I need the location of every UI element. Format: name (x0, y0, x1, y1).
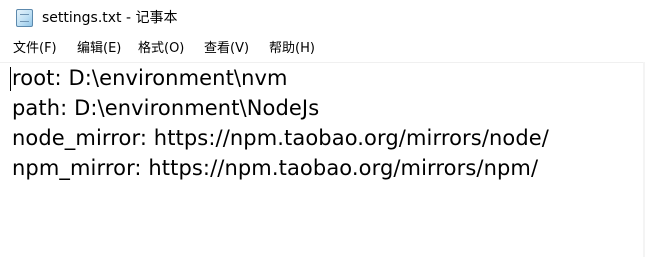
text-line: path: D:\environment\NodeJs (12, 96, 320, 120)
title-bar[interactable]: settings.txt - 记事本 (0, 0, 645, 36)
menu-file[interactable]: 文件(F) (13, 38, 57, 62)
text-line: npm_mirror: https://npm.taobao.org/mirro… (12, 156, 539, 180)
window-title: settings.txt - 记事本 (42, 10, 178, 26)
text-line: root: D:\environment\nvm (12, 66, 288, 90)
text-line: node_mirror: https://npm.taobao.org/mirr… (12, 126, 549, 150)
menu-help[interactable]: 帮助(H) (269, 38, 315, 62)
menu-edit[interactable]: 编辑(E) (77, 38, 121, 62)
notepad-icon[interactable] (16, 9, 33, 27)
text-editor[interactable]: root: D:\environment\nvm path: D:\enviro… (0, 62, 645, 257)
text-caret (10, 67, 11, 91)
menu-view[interactable]: 查看(V) (204, 38, 249, 62)
menu-bar: 文件(F) 编辑(E) 格式(O) 查看(V) 帮助(H) (0, 38, 645, 62)
menu-format[interactable]: 格式(O) (138, 38, 184, 62)
